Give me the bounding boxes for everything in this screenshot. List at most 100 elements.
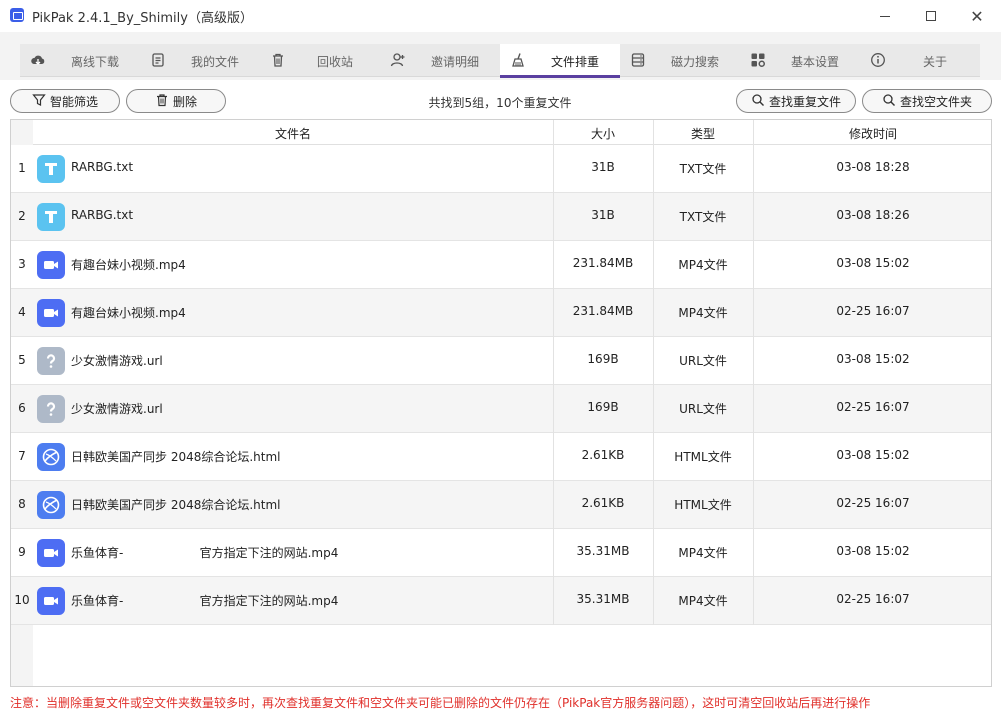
file-size: 169B <box>587 400 619 414</box>
file-modified-time: 02-25 16:07 <box>836 400 910 414</box>
file-size: 2.61KB <box>581 448 625 462</box>
file-modified-time: 02-25 16:07 <box>836 304 910 318</box>
table-row[interactable]: 2 RARBG.txt 31B TXT文件 03-08 18:26 <box>11 193 991 241</box>
file-modified-time: 02-25 16:07 <box>836 496 910 510</box>
row-number: 6 <box>18 401 26 415</box>
table-row[interactable]: 10 乐鱼体育- 官方指定下注的网站.mp4 35.31MB MP4文件 02-25 1… <box>11 577 991 625</box>
minimize-button[interactable] <box>862 0 908 32</box>
file-type: URL文件 <box>679 354 727 368</box>
table-row[interactable]: 9 乐鱼体育- 官方指定下注的网站.mp4 35.31MB MP4文件 03-08 15… <box>11 529 991 577</box>
row-number: 10 <box>14 593 30 607</box>
file-name: 日韩欧美国产同步 2048综合论坛.html <box>71 450 281 464</box>
file-name: RARBG.txt <box>71 160 134 174</box>
result-status: 共找到5组，10个重复文件 <box>428 96 572 110</box>
file-name: RARBG.txt <box>71 208 134 222</box>
html-file-icon <box>37 491 65 519</box>
file-name: 少女激情游戏.url <box>71 402 163 416</box>
tab-my-files[interactable]: 我的文件 <box>140 44 260 77</box>
column-separator <box>553 120 554 625</box>
find-empty-folders-label: 查找空文件夹 <box>899 94 972 109</box>
column-separator <box>653 120 654 625</box>
table-row[interactable]: 5 少女激情游戏.url 169B URL文件 03-08 15:02 <box>11 337 991 385</box>
video-file-icon <box>37 251 65 279</box>
video-file-icon <box>37 539 65 567</box>
file-type: MP4文件 <box>678 594 728 608</box>
window-title: PikPak 2.4.1_By_Shimily（高级版） <box>32 11 253 26</box>
tab-basic-settings[interactable]: 基本设置 <box>740 44 860 77</box>
file-name: 有趣台妹小视频.mp4 <box>71 306 186 320</box>
find-duplicates-label: 查找重复文件 <box>768 94 841 109</box>
file-modified-time: 03-08 18:26 <box>836 208 910 222</box>
column-header-size[interactable]: 大小 <box>553 125 653 142</box>
tab-bar-area: 离线下载 我的文件 回收站 邀请明细 文件排重 磁力搜索 基本设置 关于 <box>0 32 1001 80</box>
file-name: 乐鱼体育- 官方指定下注的网站.mp4 <box>71 546 339 560</box>
file-size: 231.84MB <box>572 304 634 318</box>
tab-recycle-bin[interactable]: 回收站 <box>260 44 380 77</box>
tab-label: 关于 <box>922 55 947 69</box>
file-type: MP4文件 <box>678 546 728 560</box>
url-file-icon <box>37 347 65 375</box>
find-duplicates-button[interactable]: 查找重复文件 <box>736 89 856 113</box>
close-button[interactable]: ✕ <box>954 0 1000 32</box>
table-row[interactable]: 8 日韩欧美国产同步 2048综合论坛.html 2.61KB HTML文件 02-25… <box>11 481 991 529</box>
file-size: 2.61KB <box>581 496 625 510</box>
tab-label: 离线下载 <box>70 55 119 69</box>
row-number: 2 <box>18 209 26 223</box>
tab-bar: 离线下载 我的文件 回收站 邀请明细 文件排重 磁力搜索 基本设置 关于 <box>20 44 980 78</box>
search-icon <box>751 93 765 110</box>
row-number: 5 <box>18 353 26 367</box>
column-header-type[interactable]: 类型 <box>653 125 753 142</box>
tab-invite-details[interactable]: 邀请明细 <box>380 44 500 77</box>
warning-notice: 注意：当删除重复文件或空文件夹数量较多时，再次查找重复文件和空文件夹可能已删除的… <box>10 696 871 710</box>
file-type: TXT文件 <box>679 162 727 176</box>
tab-magnet-search[interactable]: 磁力搜索 <box>620 44 740 77</box>
file-type: TXT文件 <box>679 210 727 224</box>
column-separator <box>753 120 754 625</box>
tab-about[interactable]: 关于 <box>860 44 980 77</box>
video-file-icon <box>37 299 65 327</box>
table-row[interactable]: 3 有趣台妹小视频.mp4 231.84MB MP4文件 03-08 15:02 <box>11 241 991 289</box>
smart-filter-button[interactable]: 智能筛选 <box>10 89 120 113</box>
html-file-icon <box>37 443 65 471</box>
table-row[interactable]: 4 有趣台妹小视频.mp4 231.84MB MP4文件 02-25 16:07 <box>11 289 991 337</box>
title-bar: PikPak 2.4.1_By_Shimily（高级版） ✕ <box>0 0 1001 32</box>
tab-label: 磁力搜索 <box>670 55 719 69</box>
file-size: 31B <box>591 208 615 222</box>
row-number: 3 <box>18 257 26 271</box>
row-number: 7 <box>18 449 26 463</box>
minimize-icon <box>880 15 890 17</box>
file-type: MP4文件 <box>678 258 728 272</box>
find-empty-folders-button[interactable]: 查找空文件夹 <box>862 89 992 113</box>
smart-filter-label: 智能筛选 <box>49 94 98 109</box>
toolbar: 智能筛选 删除 共找到5组，10个重复文件 查找重复文件 查找空文件夹 <box>0 80 1001 118</box>
tab-label: 基本设置 <box>790 55 839 69</box>
file-size: 231.84MB <box>572 256 634 270</box>
maximize-button[interactable] <box>908 0 954 32</box>
file-name: 乐鱼体育- 官方指定下注的网站.mp4 <box>71 594 339 608</box>
maximize-icon <box>926 11 936 21</box>
column-header-name[interactable]: 文件名 <box>33 125 553 142</box>
row-number: 1 <box>18 161 26 175</box>
close-icon: ✕ <box>970 6 984 26</box>
tab-label: 我的文件 <box>190 55 239 69</box>
file-type: HTML文件 <box>674 450 732 464</box>
file-size: 169B <box>587 352 619 366</box>
file-name: 日韩欧美国产同步 2048综合论坛.html <box>71 498 281 512</box>
tab-file-dedup[interactable]: 文件排重 <box>500 44 620 78</box>
table-row[interactable]: 1 RARBG.txt 31B TXT文件 03-08 18:28 <box>11 145 991 193</box>
file-modified-time: 03-08 15:02 <box>836 544 910 558</box>
video-file-icon <box>37 587 65 615</box>
txt-file-icon <box>37 155 65 183</box>
table-row[interactable]: 6 少女激情游戏.url 169B URL文件 02-25 16:07 <box>11 385 991 433</box>
tab-label: 回收站 <box>316 55 353 69</box>
file-size: 31B <box>591 160 615 174</box>
delete-label: 删除 <box>172 94 197 109</box>
tab-offline-download[interactable]: 离线下载 <box>20 44 140 77</box>
table-row[interactable]: 7 日韩欧美国产同步 2048综合论坛.html 2.61KB HTML文件 03-08… <box>11 433 991 481</box>
duplicate-files-table[interactable]: 文件名 大小 类型 修改时间 1 RARBG.txt 31B TXT文件 03-08 1… <box>10 119 992 687</box>
delete-button[interactable]: 删除 <box>126 89 226 113</box>
file-modified-time: 03-08 15:02 <box>836 256 910 270</box>
column-header-mtime[interactable]: 修改时间 <box>753 125 991 142</box>
search-icon <box>882 93 896 110</box>
txt-file-icon <box>37 203 65 231</box>
